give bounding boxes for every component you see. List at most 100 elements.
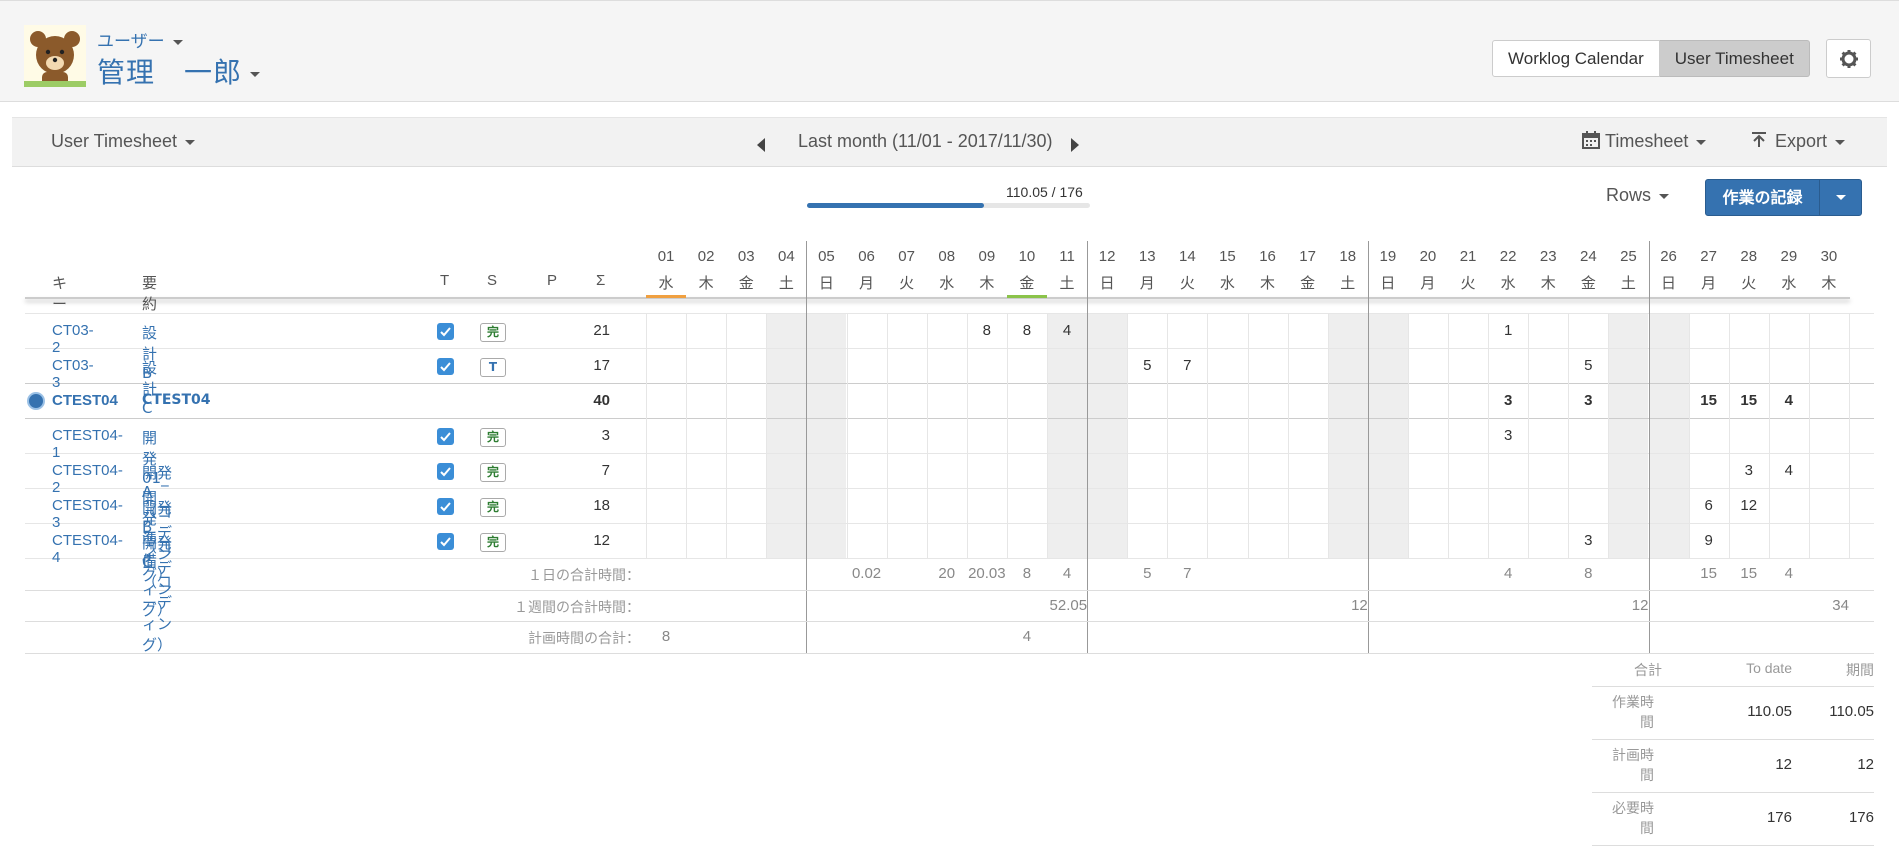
day-weekday: 火 — [1460, 275, 1476, 292]
worklog-cell[interactable]: 3 — [1568, 532, 1608, 549]
status-badge: 完 — [480, 428, 506, 447]
daily-total-value: 7 — [1183, 565, 1192, 582]
view-dropdown[interactable]: User Timesheet — [51, 131, 196, 152]
issue-key-link[interactable]: CTEST04-3 — [52, 497, 123, 531]
issue-key-link[interactable]: CT03-2 — [52, 322, 94, 356]
checkbox[interactable] — [437, 533, 454, 550]
worklog-calendar-button[interactable]: Worklog Calendar — [1492, 40, 1660, 77]
daily-total-value: 0.02 — [851, 565, 882, 582]
log-work-button[interactable]: 作業の記録 — [1705, 179, 1862, 216]
arrow-left-icon — [757, 138, 765, 152]
log-work-label: 作業の記録 — [1706, 180, 1820, 215]
worklog-cell[interactable]: 3 — [1488, 392, 1528, 409]
row-divider — [25, 313, 1874, 314]
row-divider — [25, 418, 1874, 419]
issue-summary-link[interactable]: 設計C — [142, 357, 157, 417]
weekend-column — [1367, 313, 1408, 558]
column-divider — [1047, 313, 1048, 558]
footer-divider — [25, 621, 1874, 622]
day-number: 14 — [1179, 248, 1196, 265]
issue-summary-link[interactable]: 開発C（コーディング） — [142, 532, 172, 655]
worklog-cell[interactable]: 6 — [1689, 497, 1729, 514]
status-badge: 完 — [480, 533, 506, 552]
weekend-column — [806, 313, 847, 558]
day-number: 06 — [858, 248, 875, 265]
rows-dropdown[interactable]: Rows — [1606, 185, 1670, 206]
settings-button[interactable] — [1826, 39, 1871, 78]
worklog-cell[interactable]: 1 — [1488, 322, 1528, 339]
issue-key-link[interactable]: CT03-3 — [52, 357, 94, 391]
column-divider — [886, 313, 888, 558]
export-dropdown[interactable]: Export — [1751, 131, 1846, 152]
check-icon — [440, 432, 451, 442]
footer-divider — [25, 589, 1874, 591]
prev-period-button[interactable] — [757, 136, 765, 157]
daily-total-value: 5 — [1143, 565, 1152, 582]
user-name-label: 管理 一郎 — [97, 56, 243, 89]
day-weekday: 月 — [1139, 275, 1155, 292]
week-separator — [1087, 241, 1089, 653]
day-weekday: 水 — [1500, 275, 1516, 292]
checkbox[interactable] — [437, 358, 454, 375]
column-divider — [1127, 313, 1129, 558]
day-number: 15 — [1219, 248, 1236, 265]
worklog-cell[interactable]: 8 — [1007, 322, 1047, 339]
worklog-cell[interactable]: 15 — [1689, 392, 1729, 409]
row-total: 40 — [593, 392, 610, 409]
worklog-cell[interactable]: 5 — [1568, 357, 1608, 374]
worklog-cell[interactable]: 5 — [1127, 357, 1167, 374]
day-weekday: 月 — [859, 275, 875, 292]
summary-to-date-value: 12 — [1775, 756, 1792, 773]
checkbox[interactable] — [437, 463, 454, 480]
worklog-cell[interactable]: 3 — [1568, 392, 1608, 409]
user-name-dropdown[interactable]: 管理 一郎 — [97, 51, 261, 91]
row-total: 17 — [593, 357, 610, 374]
user-timesheet-button[interactable]: User Timesheet — [1659, 40, 1810, 77]
worklog-cell[interactable]: 4 — [1769, 392, 1809, 409]
timesheet-dropdown[interactable]: Timesheet — [1582, 131, 1707, 152]
weekend-column — [1087, 313, 1128, 558]
day-number: 19 — [1379, 248, 1397, 265]
column-divider — [646, 313, 647, 558]
summary-header-total: 合計 — [1634, 662, 1662, 678]
checkbox[interactable] — [437, 498, 454, 515]
daily-total-label: １日の合計時間： — [528, 567, 640, 583]
bear-avatar[interactable] — [24, 25, 86, 87]
worklog-cell[interactable]: 8 — [967, 322, 1007, 339]
column-divider — [1287, 313, 1289, 558]
day-number: 25 — [1620, 248, 1637, 265]
column-divider — [1688, 313, 1690, 558]
log-work-dropdown[interactable] — [1820, 180, 1861, 215]
column-divider — [1849, 313, 1850, 558]
day-number: 09 — [978, 248, 996, 265]
issue-key-link[interactable]: CTEST04-2 — [52, 462, 123, 496]
worklog-cell[interactable]: 4 — [1047, 322, 1087, 339]
progress-bar — [807, 203, 1090, 208]
day-weekday: 木 — [698, 275, 714, 292]
summary-row-label: 必要時間 — [1612, 800, 1654, 836]
status-badge: 完 — [480, 498, 506, 517]
checkbox[interactable] — [437, 323, 454, 340]
day-number: 29 — [1780, 248, 1798, 265]
worklog-cell[interactable]: 15 — [1729, 392, 1769, 409]
user-role-dropdown[interactable]: ユーザー — [97, 27, 183, 52]
issue-key-link[interactable]: CTEST04-1 — [52, 427, 123, 461]
worklog-cell[interactable]: 12 — [1729, 497, 1769, 514]
column-divider — [1207, 313, 1209, 558]
worklog-cell[interactable]: 3 — [1729, 462, 1769, 479]
worklog-cell[interactable]: 9 — [1689, 532, 1729, 549]
check-icon — [440, 362, 451, 372]
worklog-cell[interactable]: 4 — [1769, 462, 1809, 479]
column-divider — [766, 313, 768, 558]
row-total: 21 — [593, 322, 610, 339]
worklog-cell[interactable]: 3 — [1488, 427, 1528, 444]
status-badge: 完 — [480, 323, 506, 342]
issue-key-link[interactable]: CTEST04-4 — [52, 532, 123, 566]
next-period-button[interactable] — [1071, 136, 1079, 157]
checkbox[interactable] — [437, 428, 454, 445]
column-divider — [1448, 313, 1449, 558]
issue-key-link[interactable]: CTEST04 — [52, 392, 118, 409]
worklog-cell[interactable]: 7 — [1167, 357, 1207, 374]
day-weekday: 日 — [818, 275, 834, 292]
issue-summary-link[interactable]: CTEST04 — [142, 392, 211, 408]
